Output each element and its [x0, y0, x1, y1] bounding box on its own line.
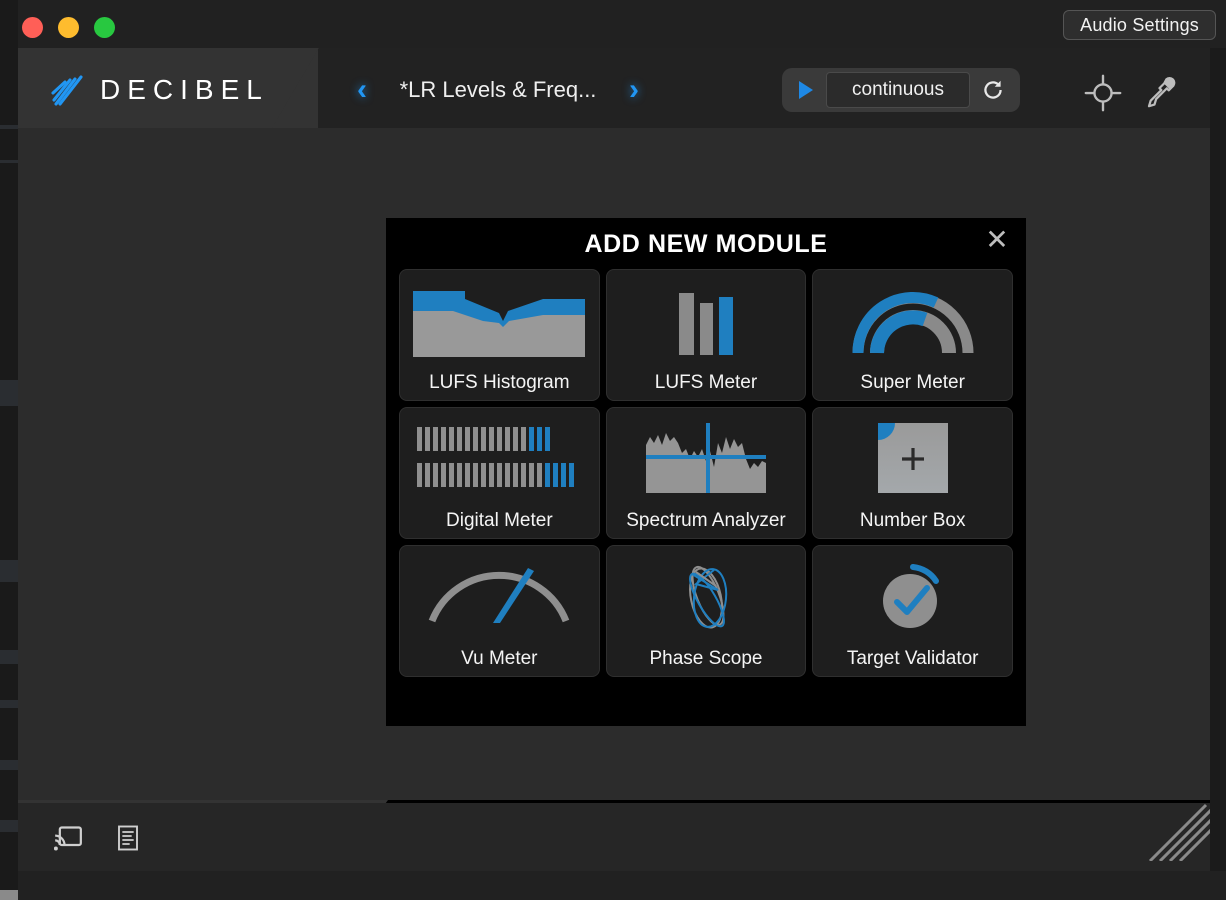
card-art [400, 552, 599, 640]
reset-button[interactable] [970, 72, 1016, 108]
module-label: Spectrum Analyzer [626, 510, 786, 531]
document-icon[interactable] [114, 825, 142, 851]
capture-mode-select[interactable]: continuous [826, 72, 970, 108]
module-card-target-validator[interactable]: Target Validator [813, 546, 1012, 676]
traffic-lights [18, 17, 148, 39]
phase-scope-icon [689, 565, 728, 629]
preset-navigator: ‹ *LR Levels & Freq... › [323, 70, 673, 110]
card-art [813, 552, 1012, 640]
target-validator-icon [882, 564, 939, 628]
module-label: LUFS Histogram [429, 372, 570, 393]
card-art [813, 414, 1012, 502]
preset-prev-button[interactable]: ‹ [357, 75, 367, 105]
card-art [400, 414, 599, 502]
module-card-digital-meter[interactable]: Digital Meter [400, 408, 599, 538]
decorative-diagonals [1148, 803, 1210, 861]
digital-meter-icon [417, 427, 575, 487]
vu-meter-icon [429, 568, 570, 623]
module-card-lufs-meter[interactable]: LUFS Meter [606, 270, 806, 400]
capture-mode-label: continuous [852, 79, 944, 100]
module-label: Target Validator [846, 648, 979, 669]
play-button[interactable] [786, 72, 826, 108]
close-window-button[interactable] [22, 17, 43, 38]
preset-name-label[interactable]: *LR Levels & Freq... [373, 77, 623, 103]
plugin-header: DECIBEL ‹ *LR Levels & Freq... › continu… [18, 48, 1210, 128]
minimize-window-button[interactable] [58, 17, 79, 38]
super-meter-icon [852, 291, 974, 354]
reload-icon [984, 80, 1002, 99]
window-titlebar: Audio Settings [18, 0, 1226, 48]
brand-plate: DECIBEL [18, 48, 318, 128]
plugin-window: DECIBEL ‹ *LR Levels & Freq... › continu… [18, 48, 1210, 871]
window-footer [18, 871, 1226, 900]
module-grid: LUFS Histogram LUFS Meter Super Meter Di… [400, 270, 1012, 676]
card-art [400, 276, 599, 364]
audio-settings-label: Audio Settings [1080, 14, 1199, 35]
lufs-histogram-icon [413, 291, 586, 357]
cast-icon[interactable] [54, 825, 82, 851]
dialog-title: ADD NEW MODULE [584, 230, 828, 258]
card-art [813, 276, 1012, 364]
module-label: Digital Meter [446, 510, 553, 531]
module-card-spectrum-analyzer[interactable]: Spectrum Analyzer [606, 408, 806, 538]
module-card-phase-scope[interactable]: Phase Scope [606, 546, 806, 676]
play-icon [799, 81, 813, 99]
audio-settings-button[interactable]: Audio Settings [1063, 10, 1216, 40]
crosshair-target-icon[interactable] [1084, 74, 1122, 112]
module-label: Vu Meter [461, 648, 538, 669]
decibel-logo-icon [51, 75, 83, 106]
zoom-window-button[interactable] [94, 17, 115, 38]
card-art [607, 552, 806, 640]
module-card-number-box[interactable]: Number Box [813, 408, 1012, 538]
app-name: DECIBEL [100, 74, 269, 105]
card-art [607, 276, 806, 364]
app-root: Audio Settings DECIBEL ‹ *LR Levels & Fr… [0, 0, 1226, 900]
module-label: Super Meter [860, 372, 965, 393]
spectrum-analyzer-icon [645, 423, 766, 493]
desktop-backdrop-left [0, 0, 18, 900]
add-module-dialog: ADD NEW MODULE ✕ LUFS Histogram LUFS Met… [386, 218, 1026, 726]
module-card-lufs-histogram[interactable]: LUFS Histogram [400, 270, 599, 400]
close-dialog-button[interactable]: ✕ [980, 223, 1014, 257]
transport-controls: continuous [782, 68, 1020, 112]
eyedropper-icon[interactable] [1142, 74, 1180, 112]
lufs-meter-icon [678, 293, 733, 355]
preset-next-button[interactable]: › [629, 75, 639, 105]
card-art [607, 414, 806, 502]
module-card-super-meter[interactable]: Super Meter [813, 270, 1012, 400]
number-box-icon [877, 423, 948, 493]
module-card-vu-meter[interactable]: Vu Meter [400, 546, 599, 676]
module-label: LUFS Meter [654, 372, 758, 393]
module-label: Phase Scope [649, 648, 763, 669]
module-label: Number Box [859, 510, 966, 531]
module-canvas: ADD NEW MODULE ✕ LUFS Histogram LUFS Met… [18, 128, 1210, 800]
footer-strip: PR CESS.AUDIO [18, 803, 1210, 871]
